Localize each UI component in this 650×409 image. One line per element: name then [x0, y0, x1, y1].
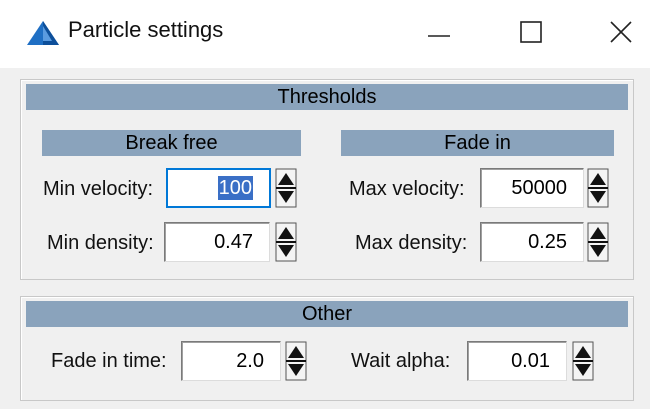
min-velocity-value: 100 [217, 176, 253, 200]
min-density-spinner-icon[interactable] [275, 222, 297, 262]
triangle-app-icon [27, 21, 59, 45]
close-button[interactable] [591, 10, 650, 56]
min-density-value: 0.47 [214, 231, 253, 253]
min-velocity-label: Min velocity: [43, 178, 154, 200]
max-density-value: 0.25 [528, 231, 567, 253]
fade-in-time-spinner-icon[interactable] [285, 341, 307, 381]
thresholds-group: Thresholds Break free Fade in Min veloci… [20, 79, 634, 280]
other-group: Other Fade in time: 2.0 Wait alpha: 0.01 [20, 296, 634, 401]
minimize-icon [428, 35, 450, 37]
fade-in-time-label: Fade in time: [51, 350, 167, 372]
maximize-icon [520, 21, 542, 43]
min-velocity-spinner-icon[interactable] [275, 168, 297, 208]
max-velocity-spinner-icon[interactable] [587, 168, 609, 208]
other-header: Other [26, 301, 628, 327]
min-density-label: Min density: [47, 232, 154, 254]
window-title: Particle settings [68, 17, 224, 42]
thresholds-header: Thresholds [26, 84, 628, 110]
fade-in-time-value: 2.0 [236, 350, 264, 372]
wait-alpha-label: Wait alpha: [351, 350, 451, 372]
max-density-spinner-icon[interactable] [587, 222, 609, 262]
wait-alpha-spinner-icon[interactable] [572, 341, 594, 381]
break-free-header: Break free [42, 130, 301, 156]
min-density-input[interactable]: 0.47 [164, 222, 270, 262]
wait-alpha-value: 0.01 [511, 350, 550, 372]
min-velocity-input[interactable]: 100 [166, 168, 271, 208]
close-icon [610, 21, 632, 43]
title-bar[interactable]: Particle settings [0, 0, 650, 68]
minimize-button[interactable] [408, 10, 468, 56]
max-velocity-input[interactable]: 50000 [480, 168, 584, 208]
fade-in-header: Fade in [341, 130, 614, 156]
max-velocity-value: 50000 [511, 177, 567, 199]
wait-alpha-input[interactable]: 0.01 [467, 341, 567, 381]
fade-in-time-input[interactable]: 2.0 [181, 341, 281, 381]
max-velocity-label: Max velocity: [349, 178, 465, 200]
dialog-client-area: Thresholds Break free Fade in Min veloci… [0, 68, 650, 409]
maximize-button[interactable] [501, 10, 561, 56]
max-density-input[interactable]: 0.25 [480, 222, 584, 262]
max-density-label: Max density: [355, 232, 468, 254]
